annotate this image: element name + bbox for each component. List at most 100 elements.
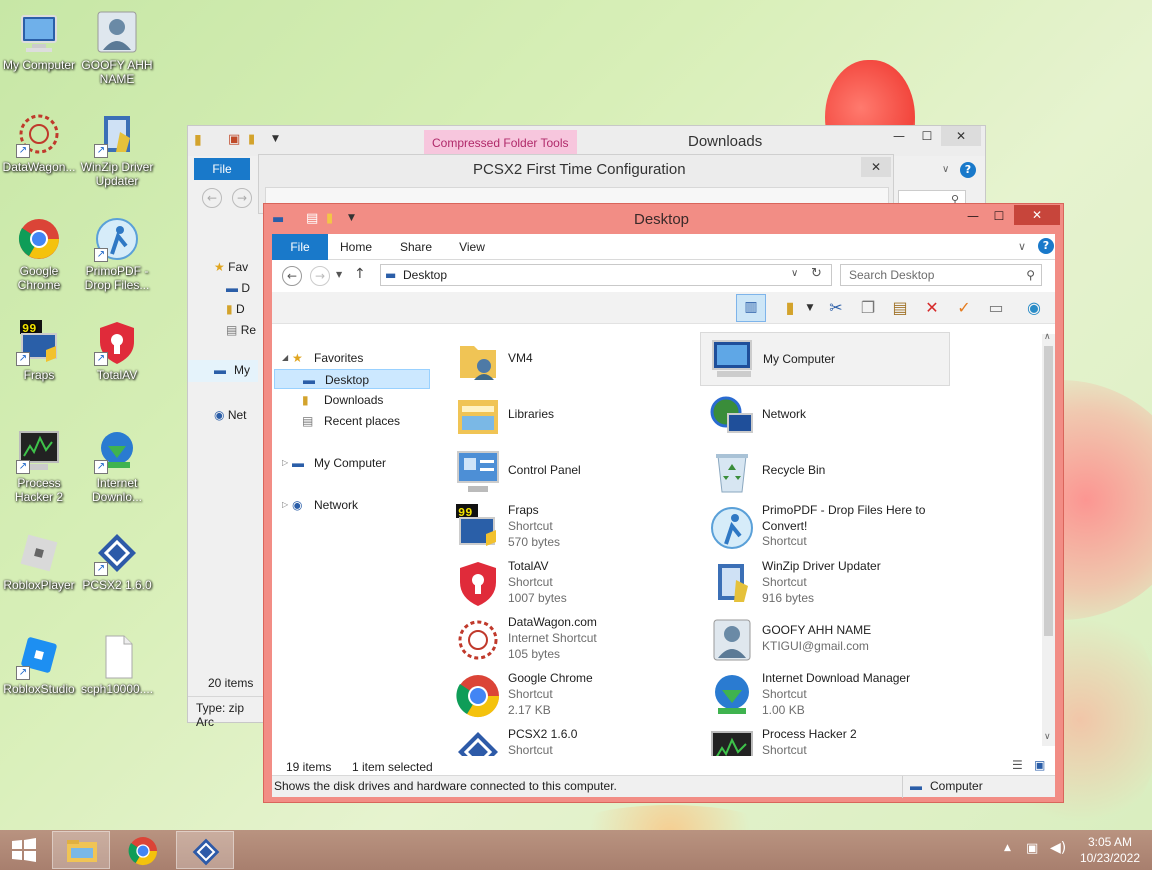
minimize-button[interactable]: — (885, 126, 913, 146)
tab-view[interactable]: View (452, 234, 492, 260)
delete-icon[interactable]: ✕ (920, 296, 944, 320)
taskbar-file-explorer[interactable] (52, 831, 110, 869)
forward-button[interactable]: → (310, 266, 330, 286)
preview-pane-icon[interactable]: ▥ (736, 294, 766, 322)
help-icon[interactable]: ? (1038, 238, 1054, 254)
back-button[interactable]: ← (202, 188, 222, 208)
nav-downloads[interactable]: ▮ Downloads (272, 390, 430, 410)
desktop-icon-pcsx2[interactable]: ↗ PCSX2 1.6.0 (78, 530, 156, 592)
list-item[interactable]: Process Hacker 2 Shortcut (700, 726, 950, 756)
new-folder-icon[interactable]: ▮ (326, 211, 333, 226)
desktop-icon-primopdf[interactable]: ↗ PrimoPDF - Drop Files... (78, 216, 156, 292)
compressed-folder-tools-tab[interactable]: Compressed Folder Tools (424, 130, 577, 156)
tab-share[interactable]: Share (394, 234, 438, 260)
refresh-icon[interactable]: ↻ (811, 266, 822, 281)
desktop-icon-chrome[interactable]: Google Chrome (0, 216, 78, 292)
list-item[interactable]: Control Panel (446, 446, 696, 498)
back-button[interactable]: ← (282, 266, 302, 286)
list-item[interactable]: PCSX2 1.6.0 Shortcut (446, 726, 696, 756)
desktop-icon-robloxplayer[interactable]: RobloxPlayer (0, 530, 78, 592)
nav-network[interactable]: ▷ ◉ Network (272, 495, 430, 515)
details-view-icon[interactable]: ☰ (1012, 758, 1023, 772)
chevron-down-icon[interactable]: ▼ (798, 296, 822, 320)
expand-arrow-icon[interactable]: ▷ (282, 495, 288, 515)
list-item[interactable]: PrimoPDF - Drop Files Here to Convert! S… (700, 502, 950, 554)
paste-icon[interactable]: ▤ (888, 296, 912, 320)
list-item[interactable]: Internet Download Manager Shortcut 1.00 … (700, 670, 950, 722)
chevron-down-icon[interactable]: ∨ (1018, 240, 1026, 253)
nav-recent-places[interactable]: ▤ Recent places (272, 411, 430, 431)
forward-button[interactable]: → (232, 188, 252, 208)
desktop-icon-process-hacker[interactable]: ↗ Process Hacker 2 (0, 428, 78, 504)
desktop-explorer-window[interactable]: ▬ ▤ ▮ ▼ Desktop — ☐ ✕ File Home Share Vi… (263, 203, 1064, 803)
desktop-icon-robloxstudio[interactable]: ↗ RobloxStudio (0, 634, 78, 696)
close-button[interactable]: ✕ (941, 126, 981, 146)
list-item[interactable]: GOOFY AHH NAME KTIGUI@gmail.com (700, 614, 950, 666)
desktop-icon-fraps[interactable]: 99 ↗ Fraps (0, 320, 78, 382)
expand-arrow-icon[interactable]: ▷ (282, 453, 288, 473)
chevron-down-icon[interactable]: ▼ (348, 213, 355, 223)
list-item[interactable]: Network (700, 390, 950, 442)
list-item[interactable]: Google Chrome Shortcut 2.17 KB (446, 670, 696, 722)
properties-icon[interactable]: ▤ (306, 211, 318, 226)
windows-start-icon[interactable] (10, 838, 38, 862)
scroll-up-icon[interactable]: ∧ (1044, 332, 1051, 342)
file-tab[interactable]: File (194, 158, 250, 180)
search-input[interactable]: Search Desktop ⚲ (840, 264, 1042, 286)
desktop-icon-datawagon[interactable]: ↗ DataWagon... (0, 112, 78, 174)
chevron-down-icon[interactable]: ∨ (791, 268, 798, 279)
nav-my-computer[interactable]: ▷ ▬ My Computer (272, 453, 430, 473)
chevron-down-icon[interactable]: ∨ (942, 164, 949, 175)
chevron-down-icon[interactable]: ▼ (272, 134, 279, 144)
list-item[interactable]: WinZip Driver Updater Shortcut 916 bytes (700, 558, 950, 610)
nav-desktop[interactable]: ▬ D (226, 281, 250, 295)
list-item-selected[interactable]: My Computer (700, 332, 950, 386)
help-icon[interactable]: ? (960, 162, 976, 178)
nav-recent[interactable]: ▤ Re (226, 323, 256, 337)
properties-icon[interactable]: ▭ (984, 296, 1008, 320)
close-button[interactable]: ✕ (861, 157, 891, 177)
maximize-button[interactable]: ☐ (913, 126, 941, 146)
list-item[interactable]: Recycle Bin (700, 446, 950, 498)
tiles-view-icon[interactable]: ▣ (1034, 758, 1045, 772)
list-item[interactable]: 99 Fraps Shortcut 570 bytes (446, 502, 696, 554)
globe-icon[interactable]: ◉ (1022, 296, 1046, 320)
network-tray-icon[interactable]: ▣ (1026, 841, 1038, 856)
list-item[interactable]: TotalAV Shortcut 1007 bytes (446, 558, 696, 610)
maximize-button[interactable]: ☐ (986, 206, 1012, 226)
list-item[interactable]: VM4 (446, 334, 696, 386)
minimize-button[interactable]: — (960, 206, 986, 226)
system-clock[interactable]: 3:05 AM 10/23/2022 (1080, 834, 1140, 866)
address-bar[interactable]: ▬ Desktop ∨ ↻ (380, 264, 832, 286)
copy-icon[interactable]: ❐ (856, 296, 880, 320)
nav-favorites[interactable]: ◢ ★ Favorites (272, 348, 430, 368)
nav-network[interactable]: ◉ Net (214, 408, 247, 422)
desktop-icon-my-computer[interactable]: My Computer (0, 10, 78, 72)
desktop-icon-scph[interactable]: scph10000.... (78, 634, 156, 696)
nav-downloads[interactable]: ▮ D (226, 302, 245, 316)
nav-favorites[interactable]: ★ Fav (214, 260, 248, 274)
volume-icon[interactable]: ◀) (1050, 840, 1066, 856)
close-button[interactable]: ✕ (1014, 205, 1060, 225)
nav-desktop[interactable]: ▬ Desktop (274, 369, 430, 389)
recent-locations-icon[interactable]: ▼ (336, 270, 342, 279)
scroll-down-icon[interactable]: ∨ (1044, 732, 1051, 742)
tab-file[interactable]: File (272, 234, 328, 260)
rename-icon[interactable]: ✓ (952, 296, 976, 320)
new-folder-icon[interactable]: ▮ (248, 132, 255, 147)
desktop-icon-goofy[interactable]: GOOFY AHH NAME (78, 10, 156, 86)
up-arrow-icon[interactable]: ↑ (354, 266, 366, 282)
downloads-titlebar[interactable]: ▮ ▣ ▮ ▼ Compressed Folder Tools Download… (188, 126, 985, 156)
properties-icon[interactable]: ▣ (228, 132, 240, 147)
desktop-icon-winzip[interactable]: ↗ WinZip Driver Updater (78, 112, 156, 188)
show-hidden-icons-icon[interactable]: ▲ (1004, 843, 1011, 853)
nav-my-computer[interactable]: ▬ My (188, 360, 258, 382)
scrollbar-thumb[interactable] (1044, 346, 1053, 636)
taskbar-chrome[interactable] (114, 831, 172, 869)
expand-arrow-icon[interactable]: ◢ (282, 348, 288, 368)
vertical-scrollbar[interactable]: ∧ ∨ (1042, 332, 1055, 746)
desktop-icon-idm[interactable]: ↗ Internet Downlo... (78, 428, 156, 504)
list-item[interactable]: Libraries (446, 390, 696, 442)
tab-home[interactable]: Home (336, 234, 376, 260)
cut-icon[interactable]: ✂ (824, 296, 848, 320)
